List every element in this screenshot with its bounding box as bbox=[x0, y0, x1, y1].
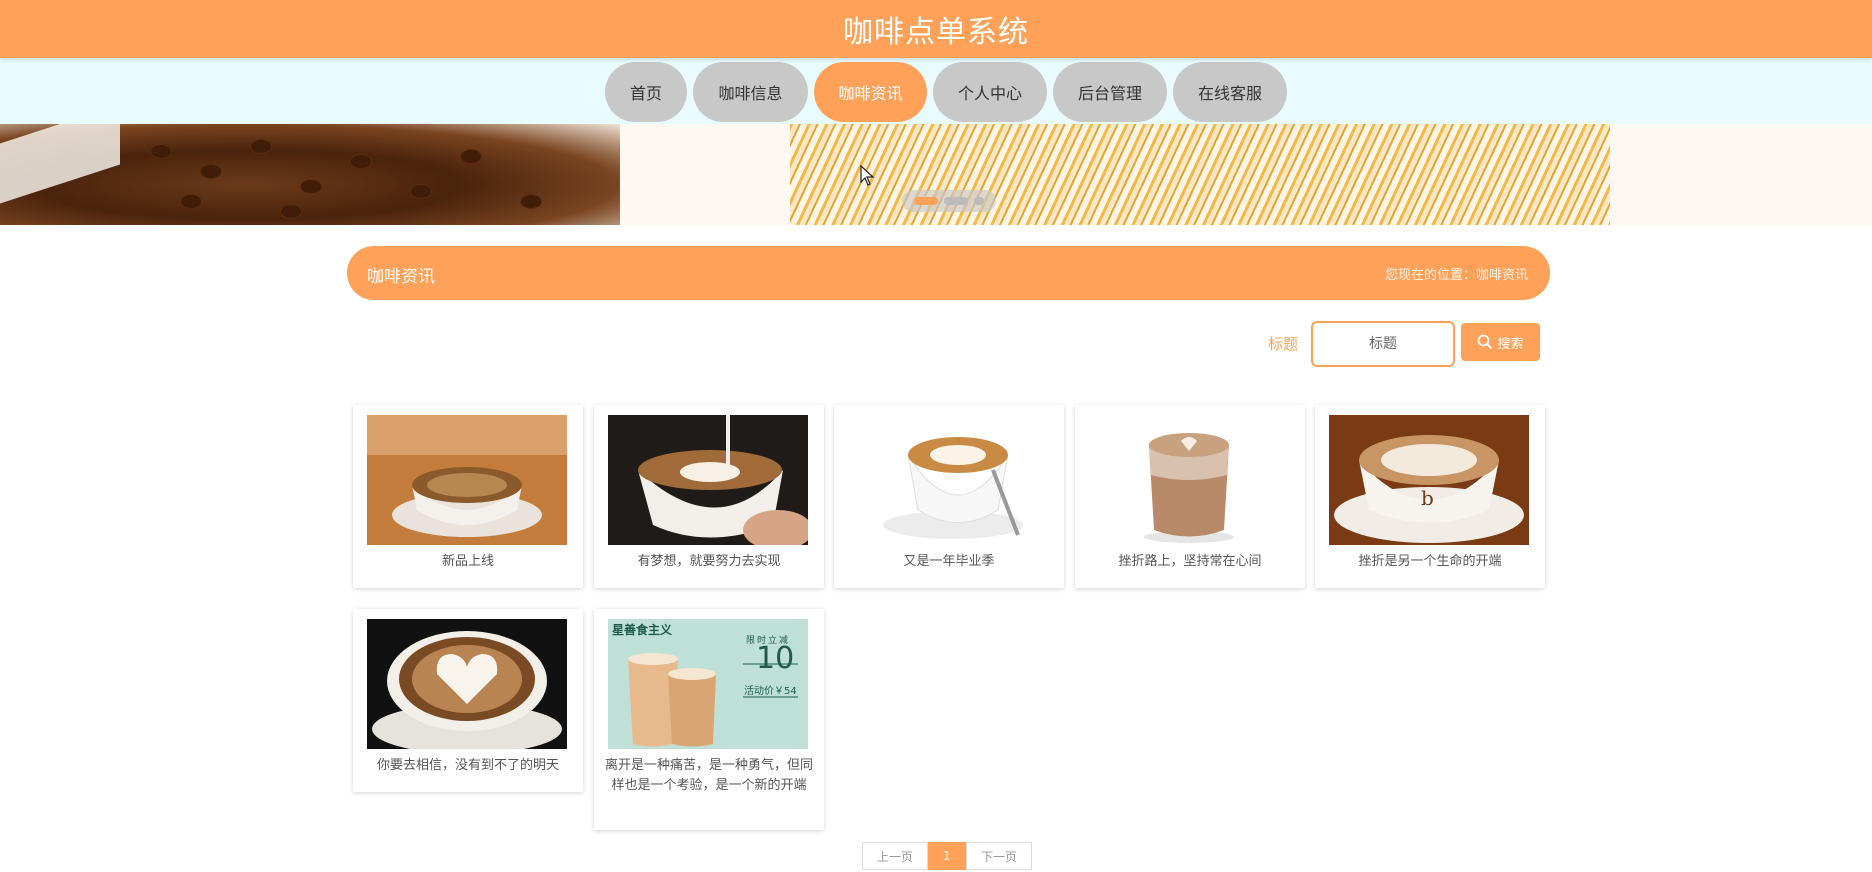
article-thumbnail bbox=[367, 415, 567, 545]
article-card[interactable]: 又是一年毕业季 bbox=[834, 405, 1064, 588]
article-thumbnail bbox=[608, 415, 808, 545]
main-navigation: 首页 咖啡信息 咖啡资讯 个人中心 后台管理 在线客服 bbox=[0, 58, 1872, 124]
nav-item-label: 个人中心 bbox=[957, 84, 1022, 103]
svg-text:b: b bbox=[1421, 486, 1434, 510]
section-header: 咖啡资讯 您现在的位置：咖啡资讯 bbox=[347, 246, 1550, 300]
promo-brand: 星善食主义 bbox=[612, 623, 673, 637]
article-thumbnail: 星善食主义 限时立减 10 活动价￥54 bbox=[608, 619, 808, 749]
article-title: 挫折路上，坚持常在心间 bbox=[1118, 554, 1262, 569]
search-label: 标题 bbox=[1268, 335, 1299, 353]
nav-item-label: 咖啡资讯 bbox=[838, 84, 903, 103]
article-thumbnail bbox=[367, 619, 567, 749]
next-page-button[interactable]: 下一页 bbox=[966, 842, 1032, 870]
mouse-cursor-icon bbox=[860, 165, 875, 186]
search-button-label: 搜索 bbox=[1497, 336, 1524, 352]
article-card[interactable]: b 挫折是另一个生命的开端 bbox=[1315, 405, 1545, 588]
banner-coffee-beans-image bbox=[0, 124, 620, 225]
site-title: 咖啡点单系统 bbox=[843, 15, 1029, 50]
pagination: 上一页 1 下一页 bbox=[862, 842, 1032, 872]
carousel-dot[interactable] bbox=[944, 197, 968, 205]
article-title: 你要去相信，没有到不了的明天 bbox=[376, 758, 559, 773]
article-card[interactable]: 星善食主义 限时立减 10 活动价￥54 离开是一种痛苦，是一种勇气，但同样也是… bbox=[594, 609, 824, 830]
article-card[interactable]: 有梦想，就要努力去实现 bbox=[594, 405, 824, 588]
site-header: 咖啡点单系统 bbox=[0, 0, 1872, 58]
nav-item-label: 后台管理 bbox=[1077, 84, 1142, 103]
page-number-current[interactable]: 1 bbox=[928, 842, 966, 870]
nav-item-profile[interactable]: 个人中心 bbox=[933, 62, 1047, 122]
section-title: 咖啡资讯 bbox=[367, 267, 435, 287]
promo-amount: 10 bbox=[756, 641, 795, 676]
article-thumbnail bbox=[1089, 415, 1289, 545]
search-button[interactable]: 搜索 bbox=[1461, 323, 1540, 361]
article-title: 又是一年毕业季 bbox=[903, 554, 995, 569]
search-input[interactable] bbox=[1311, 321, 1455, 367]
carousel-indicator bbox=[902, 190, 996, 212]
article-title: 有梦想，就要努力去实现 bbox=[637, 554, 781, 569]
nav-item-coffee-news[interactable]: 咖啡资讯 bbox=[814, 62, 927, 122]
search-icon bbox=[1478, 334, 1493, 350]
prev-page-button[interactable]: 上一页 bbox=[862, 842, 928, 870]
article-title: 离开是一种痛苦，是一种勇气，但同样也是一个考验，是一个新的开端 bbox=[604, 758, 813, 793]
nav-item-label: 首页 bbox=[629, 84, 662, 103]
carousel-dot[interactable] bbox=[914, 197, 938, 205]
article-title: 新品上线 bbox=[441, 554, 494, 569]
article-card[interactable]: 新品上线 bbox=[353, 405, 583, 588]
article-title: 挫折是另一个生命的开端 bbox=[1358, 554, 1502, 569]
article-card[interactable]: 挫折路上，坚持常在心间 bbox=[1075, 405, 1305, 588]
banner-carousel[interactable] bbox=[0, 124, 1872, 225]
nav-item-customer-service[interactable]: 在线客服 bbox=[1173, 62, 1287, 122]
article-thumbnail: b bbox=[1329, 415, 1529, 545]
breadcrumb: 您现在的位置：咖啡资讯 bbox=[1384, 268, 1528, 283]
promo-price: 活动价￥54 bbox=[744, 686, 797, 697]
carousel-dot[interactable] bbox=[974, 197, 984, 205]
nav-item-home[interactable]: 首页 bbox=[605, 62, 687, 122]
article-card[interactable]: 你要去相信，没有到不了的明天 bbox=[353, 609, 583, 792]
nav-list: 首页 咖啡信息 咖啡资讯 个人中心 后台管理 在线客服 bbox=[605, 62, 1287, 122]
nav-item-coffee-info[interactable]: 咖啡信息 bbox=[693, 62, 808, 122]
nav-item-admin[interactable]: 后台管理 bbox=[1053, 62, 1167, 122]
article-thumbnail bbox=[848, 415, 1048, 545]
nav-item-label: 咖啡信息 bbox=[718, 84, 783, 103]
nav-item-label: 在线客服 bbox=[1197, 84, 1262, 103]
